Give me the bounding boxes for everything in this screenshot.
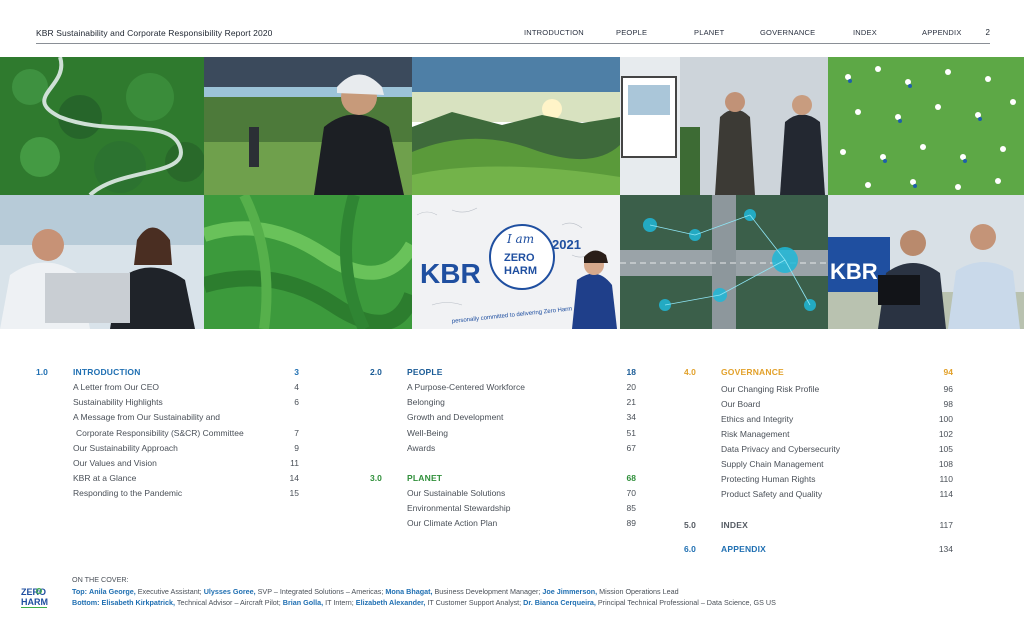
- svg-text:ZERO: ZERO: [21, 587, 46, 597]
- report-header: KBR Sustainability and Corporate Respons…: [36, 26, 990, 44]
- toc-item[interactable]: KBR at a Glance: [73, 473, 136, 483]
- section-number-appendix: 6.0: [684, 544, 696, 554]
- photo-meeting-screen: [620, 57, 828, 195]
- sign-year-text: 2021: [552, 237, 581, 252]
- cover-credits: ON THE COVER: Top: Anila George, Executi…: [72, 574, 776, 609]
- toc-item[interactable]: Our Climate Action Plan: [407, 518, 497, 528]
- nav-index[interactable]: INDEX: [853, 28, 877, 37]
- toc-item-page: 20: [626, 382, 636, 392]
- toc-item[interactable]: Our Changing Risk Profile: [721, 384, 819, 394]
- sign-kbr-text: KBR: [420, 258, 481, 289]
- photo-colleagues-tablet: KBR: [828, 195, 1024, 329]
- section-page-people: 18: [626, 367, 636, 377]
- zero-harm-logo: ZERO HARM: [20, 586, 50, 610]
- section-title-index[interactable]: INDEX: [721, 520, 748, 530]
- cover-photo-grid: KBR I am ZERO HARM 2021 personally commi…: [0, 57, 1024, 329]
- toc-item[interactable]: Product Safety and Quality: [721, 489, 822, 499]
- toc-item[interactable]: Awards: [407, 443, 435, 453]
- toc-item-page: 114: [939, 489, 953, 499]
- svg-text:HARM: HARM: [21, 597, 48, 607]
- photo-field-team: [828, 57, 1024, 195]
- nav-planet[interactable]: PLANET: [694, 28, 724, 37]
- toc-item-page: 67: [626, 443, 636, 453]
- toc-item-page: 6: [294, 397, 299, 407]
- section-title-introduction[interactable]: INTRODUCTION: [73, 367, 141, 377]
- section-page-introduction: 3: [294, 367, 299, 377]
- report-title: KBR Sustainability and Corporate Respons…: [36, 28, 273, 38]
- photo-mountain-sunrise: [412, 57, 620, 195]
- toc-item-page: 11: [290, 458, 299, 468]
- toc-item-page: 89: [626, 518, 636, 528]
- toc-item[interactable]: Data Privacy and Cybersecurity: [721, 444, 840, 454]
- toc-item[interactable]: A Message from Our Sustainability and: [73, 412, 220, 422]
- section-page-governance: 94: [943, 367, 953, 377]
- toc-item[interactable]: Environmental Stewardship: [407, 503, 510, 513]
- section-title-people[interactable]: PEOPLE: [407, 367, 443, 377]
- sign-iam-text: I am: [506, 232, 534, 246]
- toc-item[interactable]: A Letter from Our CEO: [73, 382, 159, 392]
- photo-colleagues-laptop: [0, 195, 204, 329]
- photo-zero-harm-sign: KBR I am ZERO HARM 2021 personally commi…: [412, 195, 620, 329]
- nav-people[interactable]: PEOPLE: [616, 28, 647, 37]
- photo-smart-highway: [620, 195, 828, 329]
- photo-golf-event: [204, 57, 412, 195]
- toc-item[interactable]: Protecting Human Rights: [721, 474, 816, 484]
- sign-harm-text: HARM: [504, 265, 537, 277]
- toc-item[interactable]: Corporate Responsibility (S&CR) Committe…: [76, 428, 244, 438]
- toc-item-page: 70: [626, 488, 636, 498]
- toc-item-page: 85: [626, 503, 636, 513]
- photo-forest-river: [0, 57, 204, 195]
- page-number: 2: [985, 28, 990, 37]
- toc-item[interactable]: A Purpose-Centered Workforce: [407, 382, 525, 392]
- toc-item[interactable]: Responding to the Pandemic: [73, 488, 182, 498]
- toc-item-page: 51: [626, 428, 636, 438]
- toc-item[interactable]: Belonging: [407, 397, 445, 407]
- toc-item-page: 105: [938, 444, 953, 454]
- cover-top-line: Top: Anila George, Executive Assistant; …: [72, 586, 679, 596]
- toc-item-page: 100: [938, 414, 953, 424]
- toc-item-page: 7: [294, 428, 299, 438]
- table-of-contents: 1.0 INTRODUCTION 3 A Letter from Our CEO…: [0, 360, 1024, 560]
- toc-item[interactable]: Risk Management: [721, 429, 790, 439]
- building-kbr-text: KBR: [830, 259, 878, 284]
- section-number-governance: 4.0: [684, 367, 696, 377]
- section-title-planet[interactable]: PLANET: [407, 473, 442, 483]
- section-number-people: 2.0: [370, 367, 382, 377]
- toc-item-page: 15: [289, 488, 299, 498]
- toc-item[interactable]: Sustainability Highlights: [73, 397, 163, 407]
- section-title-governance[interactable]: GOVERNANCE: [721, 367, 784, 377]
- toc-item[interactable]: Supply Chain Management: [721, 459, 824, 469]
- nav-appendix[interactable]: APPENDIX: [922, 28, 962, 37]
- section-page-planet: 68: [626, 473, 636, 483]
- toc-item-page: 102: [938, 429, 953, 439]
- toc-item-page: 9: [294, 443, 299, 453]
- section-title-appendix[interactable]: APPENDIX: [721, 544, 766, 554]
- section-number-index: 5.0: [684, 520, 696, 530]
- toc-item[interactable]: Well-Being: [407, 428, 448, 438]
- section-page-index: 117: [939, 520, 953, 530]
- nav-introduction[interactable]: INTRODUCTION: [524, 28, 584, 37]
- section-number-introduction: 1.0: [36, 367, 48, 377]
- toc-item[interactable]: Our Values and Vision: [73, 458, 157, 468]
- toc-item[interactable]: Our Board: [721, 399, 760, 409]
- toc-item-page: 98: [943, 399, 953, 409]
- toc-item[interactable]: Ethics and Integrity: [721, 414, 793, 424]
- sign-zero-text: ZERO: [504, 252, 535, 264]
- toc-item-page: 108: [938, 459, 953, 469]
- section-number-planet: 3.0: [370, 473, 382, 483]
- cover-bottom-line: Bottom: Elisabeth Kirkpatrick, Technical…: [72, 598, 776, 607]
- toc-item[interactable]: Our Sustainable Solutions: [407, 488, 505, 498]
- toc-item[interactable]: Growth and Development: [407, 412, 503, 422]
- toc-item-page: 96: [943, 384, 953, 394]
- toc-item-page: 14: [289, 473, 299, 483]
- toc-item-page: 4: [294, 382, 299, 392]
- toc-item[interactable]: Our Sustainability Approach: [73, 443, 178, 453]
- photo-green-leaves: [204, 195, 412, 329]
- toc-item-page: 34: [626, 412, 636, 422]
- section-page-appendix: 134: [938, 544, 953, 554]
- toc-item-page: 21: [626, 397, 636, 407]
- nav-governance[interactable]: GOVERNANCE: [760, 28, 815, 37]
- toc-item-page: 110: [939, 474, 953, 484]
- cover-label: ON THE COVER:: [72, 575, 129, 584]
